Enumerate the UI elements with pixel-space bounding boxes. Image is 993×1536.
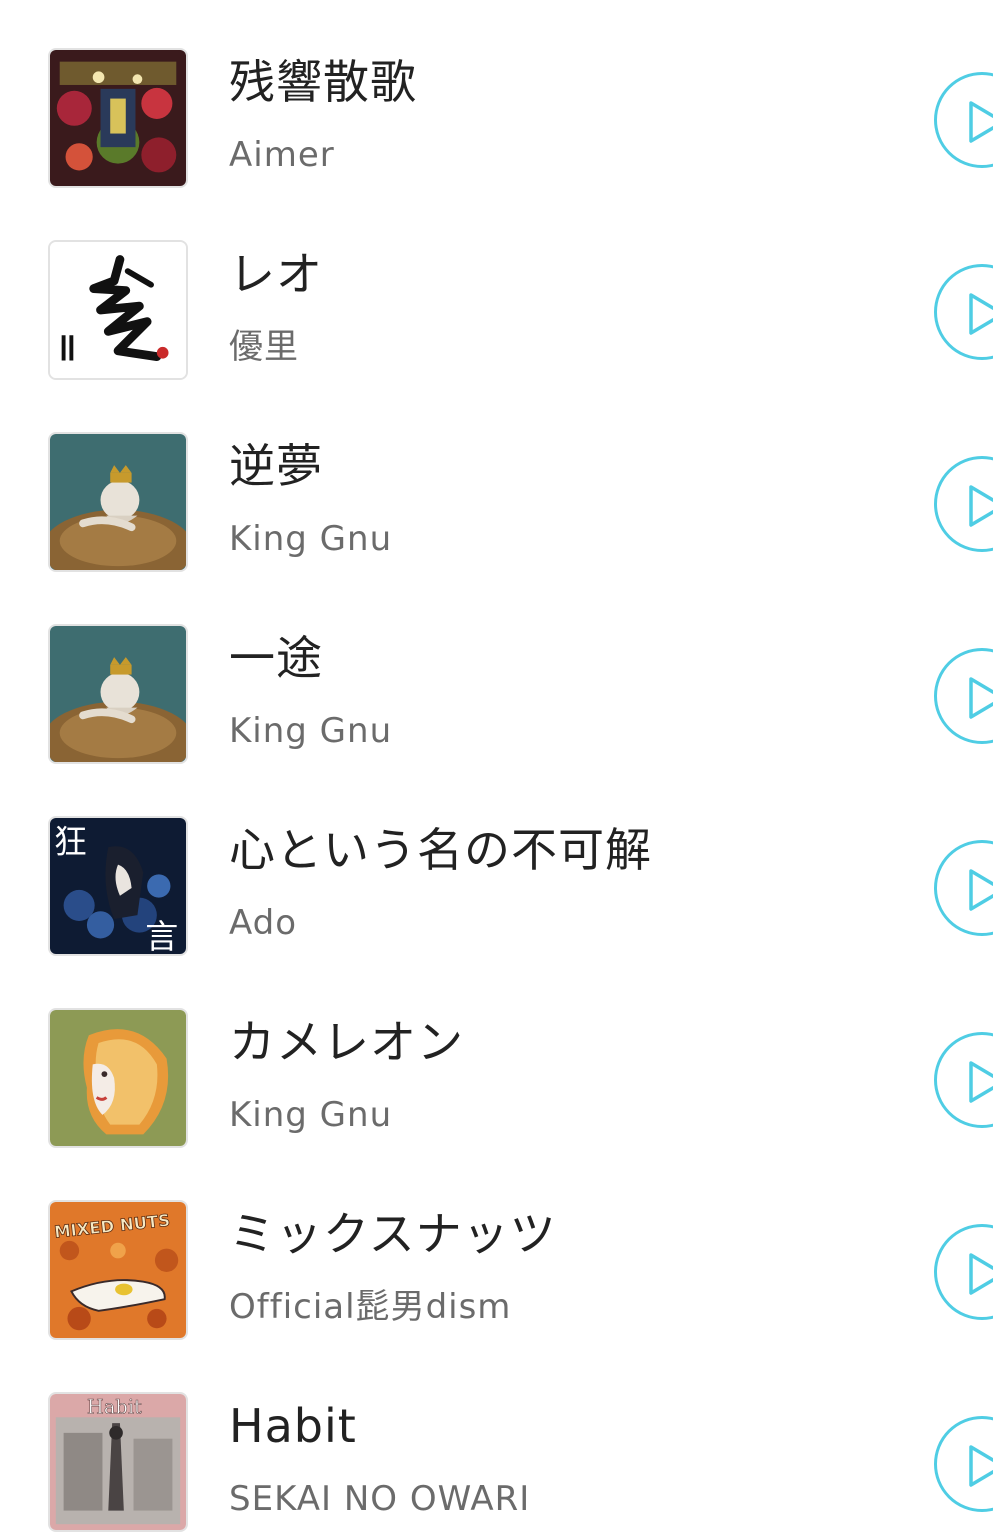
song-title: 逆夢 xyxy=(229,439,323,493)
zankyosanka-cover-image xyxy=(50,50,186,186)
play-outline-icon xyxy=(969,1253,993,1295)
play-outline-icon xyxy=(969,1061,993,1103)
mixed-nuts-cover-image: MIXED NUTS xyxy=(50,1202,186,1338)
song-artist: King Gnu xyxy=(229,519,393,559)
play-outline-icon xyxy=(969,1445,993,1487)
song-artist: SEKAI NO OWARI xyxy=(229,1479,531,1519)
album-art xyxy=(48,48,188,188)
play-button[interactable] xyxy=(934,840,993,936)
play-button[interactable] xyxy=(934,1416,993,1512)
song-title: レオ xyxy=(229,247,323,301)
play-button[interactable] xyxy=(934,1224,993,1320)
album-art xyxy=(48,624,188,764)
song-title: 心という名の不可解 xyxy=(229,823,652,877)
cover-text: 狂 xyxy=(54,822,87,861)
habit-cover-image: Habit xyxy=(50,1394,186,1530)
song-title: Habit xyxy=(229,1399,357,1453)
album-art: MIXED NUTS xyxy=(48,1200,188,1340)
song-title: ミックスナッツ xyxy=(229,1207,557,1261)
cover-text: Habit xyxy=(87,1395,142,1418)
play-outline-icon xyxy=(969,101,993,143)
ichizu-cover-image xyxy=(50,626,186,762)
play-button[interactable] xyxy=(934,72,993,168)
cover-text: 言 xyxy=(145,917,178,954)
play-outline-icon xyxy=(969,677,993,719)
play-button[interactable] xyxy=(934,264,993,360)
song-row[interactable]: 逆夢 King Gnu xyxy=(0,384,993,576)
song-artist: Aimer xyxy=(229,135,335,175)
song-row[interactable]: 残響散歌 Aimer xyxy=(0,0,993,192)
kyougen-cover-image: 狂 言 xyxy=(50,818,186,954)
album-art: 狂 言 xyxy=(48,816,188,956)
album-art: Habit xyxy=(48,1392,188,1532)
song-title: 一途 xyxy=(229,631,323,685)
album-art xyxy=(48,240,188,380)
song-artist: King Gnu xyxy=(229,1095,393,1135)
play-outline-icon xyxy=(969,293,993,335)
play-outline-icon xyxy=(969,485,993,527)
album-art xyxy=(48,1008,188,1148)
song-artist: King Gnu xyxy=(229,711,393,751)
song-row[interactable]: カメレオン King Gnu xyxy=(0,960,993,1152)
song-row[interactable]: 一途 King Gnu xyxy=(0,576,993,768)
song-row[interactable]: 狂 言 心という名の不可解 Ado xyxy=(0,768,993,960)
song-row[interactable]: MIXED NUTS ミックスナッツ Official髭男dism xyxy=(0,1152,993,1344)
song-title: 残響散歌 xyxy=(229,55,417,109)
song-artist: Official髭男dism xyxy=(229,1287,512,1327)
leo-cover-image xyxy=(50,242,186,378)
play-button[interactable] xyxy=(934,456,993,552)
song-title: カメレオン xyxy=(229,1015,464,1069)
song-row[interactable]: Habit Habit SEKAI NO OWARI xyxy=(0,1344,993,1536)
song-artist: 優里 xyxy=(229,327,299,367)
song-list: 残響散歌 Aimer レオ 優里 逆夢 King Gnu 一途 King Gnu… xyxy=(0,0,993,1533)
chameleon-cover-image xyxy=(50,1010,186,1146)
play-button[interactable] xyxy=(934,648,993,744)
play-outline-icon xyxy=(969,869,993,911)
album-art xyxy=(48,432,188,572)
song-row[interactable]: レオ 優里 xyxy=(0,192,993,384)
sakayume-cover-image xyxy=(50,434,186,570)
play-button[interactable] xyxy=(934,1032,993,1128)
song-artist: Ado xyxy=(229,903,298,943)
